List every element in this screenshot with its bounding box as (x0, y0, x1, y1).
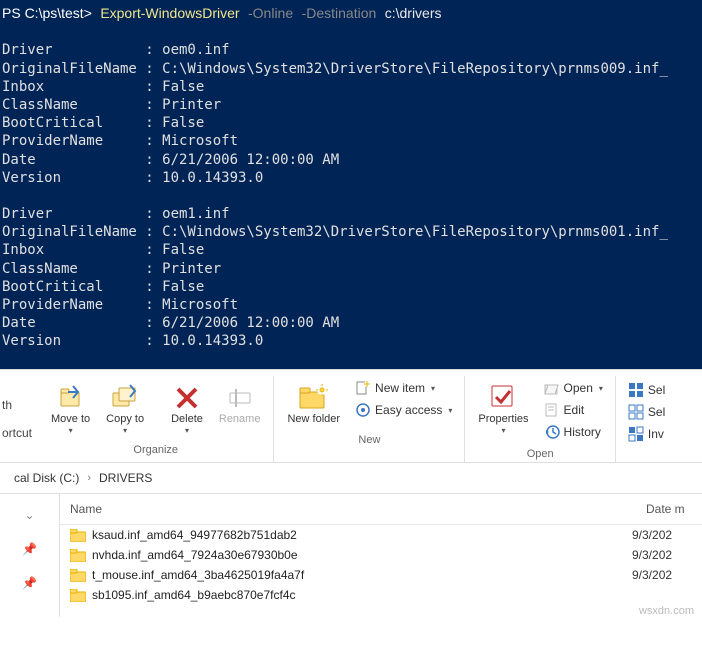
new-group: New folder New item▾ Easy access▾ New (274, 376, 465, 462)
select-group: Sel Sel Inv (616, 376, 677, 462)
select-all-button[interactable]: Sel (626, 380, 667, 400)
breadcrumb[interactable]: cal Disk (C:) › DRIVERS (0, 462, 702, 494)
edit-icon (544, 402, 560, 418)
quick-access-chevron-icon[interactable]: ⌄ (24, 508, 34, 522)
explorer-ribbon: th ortcut Move to ▾ Copy to ▾ (0, 369, 702, 462)
new-item-icon (355, 380, 371, 396)
organize-group: Move to ▾ Copy to ▾ Delete ▾ (38, 376, 274, 462)
file-name: ksaud.inf_amd64_94977682b751dab2 (92, 528, 632, 542)
copy-to-icon (110, 381, 140, 411)
breadcrumb-seg-disk[interactable]: cal Disk (C:) (10, 469, 83, 487)
table-row[interactable]: nvhda.inf_amd64_7924a30e67930b0e9/3/202 (60, 545, 702, 565)
file-name: t_mouse.inf_amd64_3ba4625019fa4a7f (92, 568, 632, 582)
open-button[interactable]: Open▾ (542, 378, 605, 398)
easy-access-icon (355, 402, 371, 418)
pinned-icon[interactable]: 📌 (22, 576, 37, 590)
folder-icon (70, 589, 86, 602)
new-group-label: New (358, 434, 380, 446)
new-folder-icon (298, 381, 330, 411)
nav-pane-clip: ⌄ 📌 📌 (0, 494, 60, 617)
powershell-terminal: PS C:\ps\test> Export-WindowsDriver -Onl… (0, 0, 702, 369)
history-button[interactable]: History (542, 422, 605, 442)
properties-button[interactable]: Properties ▾ (471, 376, 535, 440)
select-none-icon (628, 404, 644, 420)
history-icon (544, 424, 560, 440)
column-name[interactable]: Name (60, 494, 642, 524)
open-group-label: Open (527, 448, 554, 460)
select-all-icon (628, 382, 644, 398)
folder-icon (70, 549, 86, 562)
table-row[interactable]: ksaud.inf_amd64_94977682b751dab29/3/202 (60, 525, 702, 545)
table-row[interactable]: sb1095.inf_amd64_b9aebc870e7fcf4c (60, 585, 702, 605)
open-group: Properties ▾ Open▾ Edit History Open (465, 376, 616, 462)
file-list-area: ⌄ 📌 📌 Name Date m ksaud.inf_amd64_949776… (0, 494, 702, 617)
open-icon (544, 380, 560, 396)
copy-to-button[interactable]: Copy to ▾ (99, 376, 151, 440)
new-folder-button[interactable]: New folder (280, 376, 347, 430)
new-item-button[interactable]: New item▾ (353, 378, 454, 398)
delete-icon (174, 381, 200, 411)
file-name: nvhda.inf_amd64_7924a30e67930b0e (92, 548, 632, 562)
rename-button[interactable]: Rename (212, 376, 268, 430)
rename-icon (227, 381, 253, 411)
file-date: 9/3/202 (632, 528, 692, 542)
watermark: wsxdn.com (60, 605, 702, 617)
breadcrumb-seg-folder[interactable]: DRIVERS (95, 469, 156, 487)
table-row[interactable]: t_mouse.inf_amd64_3ba4625019fa4a7f9/3/20… (60, 565, 702, 585)
pinned-icon[interactable]: 📌 (22, 542, 37, 556)
folder-icon (70, 529, 86, 542)
properties-icon (489, 381, 517, 411)
invert-selection-icon (628, 426, 644, 442)
column-headers[interactable]: Name Date m (60, 494, 702, 525)
delete-button[interactable]: Delete ▾ (164, 376, 210, 440)
file-name: sb1095.inf_amd64_b9aebc870e7fcf4c (92, 588, 632, 602)
organize-group-label: Organize (133, 444, 178, 456)
easy-access-button[interactable]: Easy access▾ (353, 400, 454, 420)
folder-icon (70, 569, 86, 582)
chevron-right-icon: › (83, 472, 95, 484)
edit-button[interactable]: Edit (542, 400, 605, 420)
file-date: 9/3/202 (632, 548, 692, 562)
move-to-icon (56, 381, 86, 411)
select-none-button[interactable]: Sel (626, 402, 667, 422)
column-date[interactable]: Date m (642, 494, 702, 524)
move-to-button[interactable]: Move to ▾ (44, 376, 97, 440)
clipboard-group-clip: th ortcut (0, 376, 38, 462)
file-date: 9/3/202 (632, 568, 692, 582)
invert-selection-button[interactable]: Inv (626, 424, 667, 444)
